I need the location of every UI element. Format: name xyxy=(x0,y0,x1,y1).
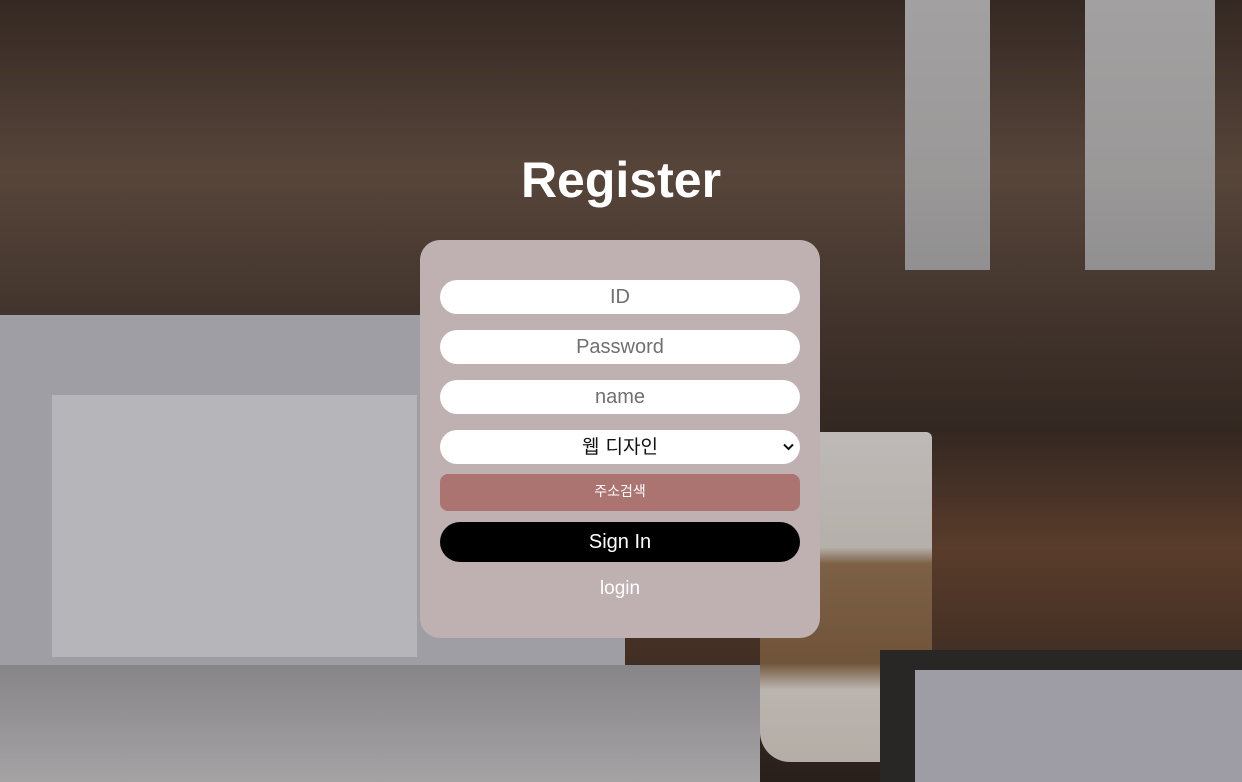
sign-in-button[interactable]: Sign In xyxy=(440,522,800,562)
register-form-card: 웹 디자인 주소검색 Sign In login xyxy=(420,240,820,638)
name-input[interactable] xyxy=(440,380,800,414)
category-select[interactable]: 웹 디자인 xyxy=(440,430,800,464)
category-select-value: 웹 디자인 xyxy=(582,436,658,458)
id-input[interactable] xyxy=(440,280,800,314)
login-link[interactable]: login xyxy=(420,577,820,601)
page-title: Register xyxy=(520,152,722,208)
address-search-button[interactable]: 주소검색 xyxy=(440,474,800,511)
chevron-down-icon xyxy=(783,430,794,464)
password-input[interactable] xyxy=(440,330,800,364)
